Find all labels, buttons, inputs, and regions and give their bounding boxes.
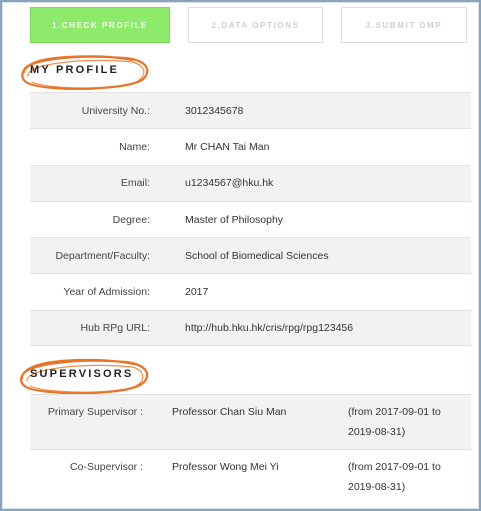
- year-of-admission-value: 2017: [185, 286, 209, 299]
- my-profile-heading: MY PROFILE: [14, 50, 154, 94]
- period-start: (from 2017-09-01 to: [348, 406, 441, 418]
- step-tabs: 1.Check Profile 2.Data Options 3.Submit …: [30, 7, 470, 43]
- co-supervisor-label: Co-Supervisor :: [70, 461, 143, 473]
- supervisors-heading: SUPERVISORS: [14, 354, 154, 398]
- supervisors-title: SUPERVISORS: [30, 368, 134, 380]
- table-row: Name: Mr CHAN Tai Man: [30, 128, 471, 164]
- table-row: Email: u1234567@hku.hk: [30, 164, 471, 201]
- name-value: Mr CHAN Tai Man: [185, 140, 270, 153]
- period-end: 2019-08-31): [348, 481, 406, 493]
- step-data-options[interactable]: 2.Data Options: [188, 7, 323, 43]
- period-start: (from 2017-09-01 to: [348, 461, 441, 473]
- table-row: Degree: Master of Philosophy: [30, 200, 471, 237]
- table-row: Year of Admission: 2017: [30, 273, 471, 309]
- primary-supervisor-period: (from 2017-09-01 to 2019-08-31): [348, 402, 441, 442]
- university-no-label: University No.:: [81, 104, 150, 117]
- email-label: Email:: [120, 177, 150, 190]
- department-label: Department/Faculty:: [55, 249, 150, 262]
- step-check-profile[interactable]: 1.Check Profile: [30, 7, 170, 43]
- primary-supervisor-label: Primary Supervisor :: [47, 406, 143, 418]
- name-label: Name:: [119, 140, 150, 153]
- step-submit-dmp[interactable]: 3.Submit DMP: [341, 7, 467, 43]
- hub-url-label: Hub RPg URL:: [80, 321, 150, 334]
- hub-url-link[interactable]: http://hub.hku.hk/cris/rpg/rpg123456: [185, 322, 353, 334]
- table-row: University No.: 3012345678: [30, 92, 471, 129]
- degree-value: Master of Philosophy: [185, 213, 284, 226]
- email-value: u1234567@hku.hk: [185, 177, 274, 190]
- year-of-admission-label: Year of Admission:: [63, 286, 150, 299]
- table-row: Co-Supervisor : Professor Wong Mei Yi (f…: [30, 449, 471, 504]
- table-row: Primary Supervisor : Professor Chan Siu …: [30, 394, 471, 449]
- department-value: School of Biomedical Sciences: [185, 249, 329, 262]
- table-row: Hub RPg URL: http://hub.hku.hk/cris/rpg/…: [30, 309, 471, 347]
- period-end: 2019-08-31): [348, 426, 406, 438]
- university-no-value: 3012345678: [185, 104, 244, 117]
- table-row: Department/Faculty: School of Biomedical…: [30, 237, 471, 274]
- degree-label: Degree:: [112, 213, 150, 226]
- supervisors-table: Primary Supervisor : Professor Chan Siu …: [30, 394, 471, 504]
- co-supervisor-period: (from 2017-09-01 to 2019-08-31): [348, 457, 441, 497]
- primary-supervisor-name: Professor Chan Siu Man: [172, 406, 287, 418]
- my-profile-title: MY PROFILE: [30, 64, 120, 76]
- co-supervisor-name: Professor Wong Mei Yi: [172, 461, 279, 473]
- profile-table: University No.: 3012345678 Name: Mr CHAN…: [30, 92, 471, 347]
